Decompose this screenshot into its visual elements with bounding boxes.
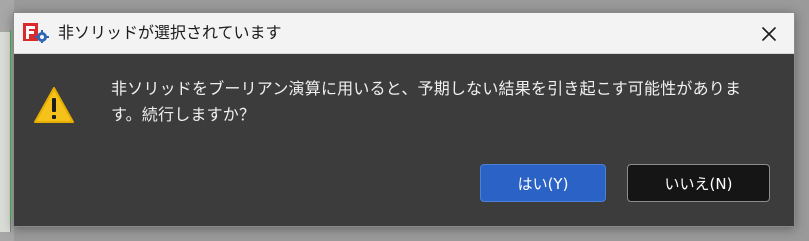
dialog-content: 非ソリッドをブーリアン演算に用いると、予期しない結果を引き起こす可能性があります… <box>14 54 794 226</box>
freecad-icon <box>23 23 49 43</box>
background-window-edge <box>0 0 14 241</box>
warning-message: 非ソリッドをブーリアン演算に用いると、予期しない結果を引き起こす可能性があります… <box>111 79 742 124</box>
background-selection-line <box>10 30 11 220</box>
close-icon <box>762 27 776 41</box>
dialog-titlebar[interactable]: 非ソリッドが選択されています <box>14 13 794 54</box>
close-button[interactable] <box>756 21 782 47</box>
warning-icon <box>34 87 74 123</box>
dialog-title: 非ソリッドが選択されています <box>58 23 282 42</box>
no-button[interactable]: いいえ(N) <box>627 164 770 202</box>
non-solid-warning-dialog: 非ソリッドが選択されています 非ソリッドをブーリアン演算に用いると、予期しない結… <box>13 12 795 227</box>
yes-button[interactable]: はい(Y) <box>480 164 606 202</box>
